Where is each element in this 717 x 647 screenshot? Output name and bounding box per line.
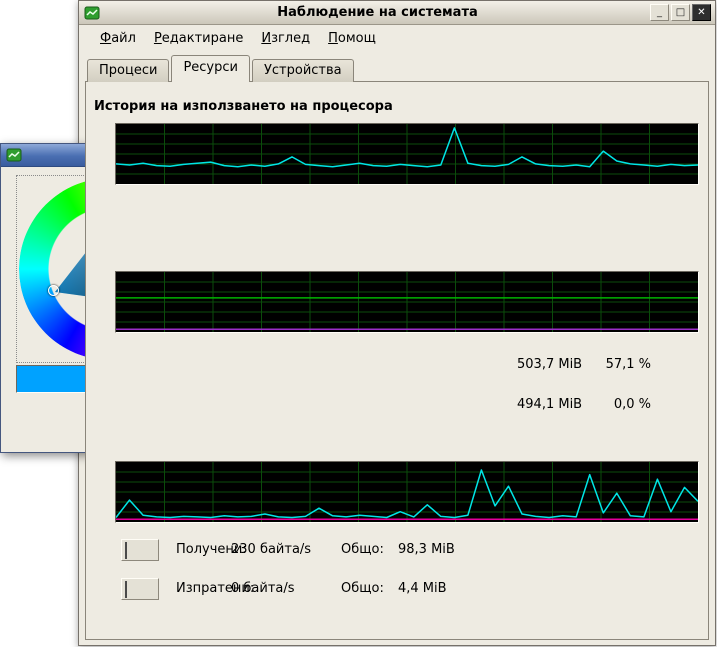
menu-edit[interactable]: Редактиране bbox=[147, 28, 250, 49]
received-total-label: Общо: bbox=[341, 542, 384, 557]
main-titlebar[interactable]: Наблюдение на системата _ □ ✕ bbox=[79, 1, 715, 25]
menu-view[interactable]: Изглед bbox=[254, 28, 317, 49]
cpu-history-heading: История на използването на процесора bbox=[94, 99, 393, 114]
sent-total: 4,4 MiB bbox=[398, 581, 447, 596]
notebook-tabs: Процеси Ресурси Устройства bbox=[87, 56, 356, 82]
system-monitor-window: Наблюдение на системата _ □ ✕ Файл Редак… bbox=[78, 0, 716, 646]
swap-used-percent: 0,0 % bbox=[579, 397, 651, 412]
network-history-chart bbox=[115, 461, 699, 523]
received-color-swatch bbox=[125, 542, 127, 559]
menubar: Файл Редактиране Изглед Помощ bbox=[79, 25, 715, 51]
tab-processes[interactable]: Процеси bbox=[87, 59, 169, 82]
cpu-history-chart bbox=[115, 123, 699, 185]
maximize-icon[interactable]: □ bbox=[671, 4, 690, 21]
memory-row: 503,7 MiB 57,1 % bbox=[79, 357, 715, 375]
received-color-button[interactable] bbox=[121, 539, 159, 561]
swap-row: 494,1 MiB 0,0 % bbox=[79, 397, 715, 415]
color-selection-marker[interactable] bbox=[48, 285, 59, 296]
received-rate: 230 байта/s bbox=[231, 542, 311, 557]
memory-used-percent: 57,1 % bbox=[579, 357, 651, 372]
tab-resources[interactable]: Ресурси bbox=[171, 55, 250, 82]
sent-color-button[interactable] bbox=[121, 578, 159, 600]
network-sent-row: Изпратени: 0 байта/s Общо: 4,4 MiB bbox=[79, 578, 715, 602]
window-controls: _ □ ✕ bbox=[650, 4, 711, 21]
received-total: 98,3 MiB bbox=[398, 542, 455, 557]
sent-color-swatch bbox=[125, 581, 127, 598]
app-icon bbox=[84, 5, 100, 21]
menu-file[interactable]: Файл bbox=[93, 28, 143, 49]
close-icon[interactable]: ✕ bbox=[692, 4, 711, 21]
sent-total-label: Общо: bbox=[341, 581, 384, 596]
dialog-icon bbox=[6, 147, 22, 163]
memory-history-chart bbox=[115, 271, 699, 333]
network-received-row: Получени: 230 байта/s Общо: 98,3 MiB bbox=[79, 539, 715, 563]
menu-help[interactable]: Помощ bbox=[321, 28, 383, 49]
tab-devices[interactable]: Устройства bbox=[252, 59, 354, 82]
minimize-icon[interactable]: _ bbox=[650, 4, 669, 21]
sent-rate: 0 байта/s bbox=[231, 581, 295, 596]
window-title: Наблюдение на системата bbox=[105, 5, 650, 20]
